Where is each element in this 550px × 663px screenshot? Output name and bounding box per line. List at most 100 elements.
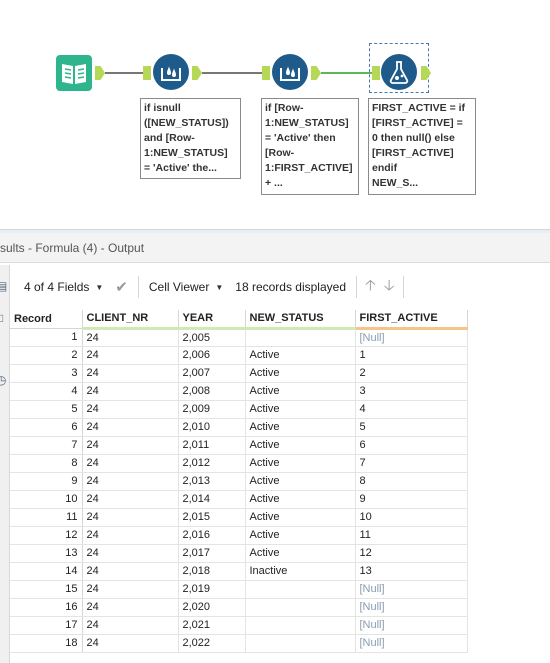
cell-first-active[interactable]: 13 <box>355 562 468 581</box>
cell-first-active[interactable]: 2 <box>355 364 468 383</box>
cell-first-active[interactable]: 4 <box>355 400 468 419</box>
cell-new-status[interactable] <box>245 616 356 635</box>
cell-new-status[interactable]: Active <box>245 382 356 401</box>
table-row[interactable]: 7 24 2,011 Active 6 <box>10 436 468 455</box>
table-row[interactable]: 5 24 2,009 Active 4 <box>10 400 468 419</box>
cell-year[interactable]: 2,005 <box>178 328 246 347</box>
column-header-year[interactable]: YEAR <box>178 310 246 330</box>
cell-year[interactable]: 2,008 <box>178 382 246 401</box>
history-icon[interactable]: ◷ <box>0 373 8 387</box>
expand-icon[interactable]: ⟩ <box>0 345 8 359</box>
table-row[interactable]: 18 24 2,022 [Null] <box>10 634 468 653</box>
input-data-tool[interactable] <box>56 55 92 91</box>
cell-new-status[interactable]: Active <box>245 400 356 419</box>
cell-client-nr[interactable]: 24 <box>82 616 179 635</box>
cell-first-active[interactable]: [Null] <box>355 616 468 635</box>
cell-year[interactable]: 2,010 <box>178 418 246 437</box>
cell-record[interactable]: 17 <box>10 616 83 635</box>
cell-new-status[interactable]: Active <box>245 418 356 437</box>
cell-first-active[interactable]: [Null] <box>355 634 468 653</box>
cell-record[interactable]: 13 <box>10 544 83 563</box>
cell-first-active[interactable]: 5 <box>355 418 468 437</box>
cell-first-active[interactable]: 12 <box>355 544 468 563</box>
cell-record[interactable]: 2 <box>10 346 83 365</box>
cell-client-nr[interactable]: 24 <box>82 580 179 599</box>
cell-viewer-dropdown[interactable]: Cell Viewer ▼ <box>143 274 229 300</box>
scroll-up-button[interactable]: 🡡 <box>361 274 380 300</box>
cell-client-nr[interactable]: 24 <box>82 472 179 491</box>
cell-client-nr[interactable]: 24 <box>82 490 179 509</box>
cell-year[interactable]: 2,012 <box>178 454 246 473</box>
multi-row-formula-tool-2[interactable] <box>272 54 308 90</box>
column-header-first-active[interactable]: FIRST_ACTIVE <box>355 310 468 330</box>
cell-new-status[interactable]: Active <box>245 544 356 563</box>
cell-year[interactable]: 2,014 <box>178 490 246 509</box>
cell-record[interactable]: 3 <box>10 364 83 383</box>
table-row[interactable]: 10 24 2,014 Active 9 <box>10 490 468 509</box>
cell-year[interactable]: 2,015 <box>178 508 246 527</box>
cell-record[interactable]: 18 <box>10 634 83 653</box>
apply-check-button[interactable]: ✔ <box>109 274 134 300</box>
input-anchor[interactable] <box>372 66 380 80</box>
cell-client-nr[interactable]: 24 <box>82 562 179 581</box>
cell-record[interactable]: 5 <box>10 400 83 419</box>
cell-new-status[interactable]: Active <box>245 526 356 545</box>
cell-year[interactable]: 2,017 <box>178 544 246 563</box>
cell-record[interactable]: 11 <box>10 508 83 527</box>
cell-new-status[interactable]: Active <box>245 490 356 509</box>
formula-tool[interactable] <box>381 54 417 90</box>
metadata-icon[interactable]: □ <box>0 311 8 325</box>
cell-client-nr[interactable]: 24 <box>82 598 179 617</box>
cell-client-nr[interactable]: 24 <box>82 634 179 653</box>
cell-year[interactable]: 2,006 <box>178 346 246 365</box>
cell-new-status[interactable] <box>245 328 356 347</box>
cell-year[interactable]: 2,019 <box>178 580 246 599</box>
table-row[interactable]: 4 24 2,008 Active 3 <box>10 382 468 401</box>
cell-year[interactable]: 2,016 <box>178 526 246 545</box>
cell-new-status[interactable]: Active <box>245 436 356 455</box>
cell-year[interactable]: 2,021 <box>178 616 246 635</box>
cell-year[interactable]: 2,018 <box>178 562 246 581</box>
cell-record[interactable]: 4 <box>10 382 83 401</box>
cell-first-active[interactable]: 3 <box>355 382 468 401</box>
cell-client-nr[interactable]: 24 <box>82 382 179 401</box>
fields-selector[interactable]: 4 of 4 Fields ▼ <box>10 274 109 300</box>
cell-record[interactable]: 12 <box>10 526 83 545</box>
cell-new-status[interactable] <box>245 634 356 653</box>
cell-client-nr[interactable]: 24 <box>82 544 179 563</box>
cell-record[interactable]: 8 <box>10 454 83 473</box>
cell-client-nr[interactable]: 24 <box>82 364 179 383</box>
table-row[interactable]: 11 24 2,015 Active 10 <box>10 508 468 527</box>
cell-year[interactable]: 2,009 <box>178 400 246 419</box>
table-row[interactable]: 16 24 2,020 [Null] <box>10 598 468 617</box>
table-row[interactable]: 1 24 2,005 [Null] <box>10 328 468 347</box>
cell-record[interactable]: 1 <box>10 328 83 347</box>
cell-new-status[interactable]: Active <box>245 364 356 383</box>
workflow-canvas[interactable]: if isnull ([NEW_STATUS]) and [Row- 1:NEW… <box>0 0 550 230</box>
cell-year[interactable]: 2,020 <box>178 598 246 617</box>
table-row[interactable]: 14 24 2,018 Inactive 13 <box>10 562 468 581</box>
table-row[interactable]: 6 24 2,010 Active 5 <box>10 418 468 437</box>
cell-record[interactable]: 7 <box>10 436 83 455</box>
output-anchor[interactable] <box>311 66 321 80</box>
cell-first-active[interactable]: 7 <box>355 454 468 473</box>
cell-record[interactable]: 10 <box>10 490 83 509</box>
cell-new-status[interactable]: Active <box>245 454 356 473</box>
cell-new-status[interactable]: Active <box>245 472 356 491</box>
table-icon[interactable]: ▤ <box>0 279 8 293</box>
cell-first-active[interactable]: 10 <box>355 508 468 527</box>
cell-first-active[interactable]: 9 <box>355 490 468 509</box>
cell-client-nr[interactable]: 24 <box>82 508 179 527</box>
results-grid[interactable]: Record CLIENT_NR YEAR NEW_STATUS FIRST_A… <box>10 310 468 653</box>
cell-first-active[interactable]: [Null] <box>355 328 468 347</box>
table-row[interactable]: 8 24 2,012 Active 7 <box>10 454 468 473</box>
output-anchor[interactable] <box>421 66 431 80</box>
scroll-down-button[interactable]: 🡣 <box>380 274 399 300</box>
cell-year[interactable]: 2,013 <box>178 472 246 491</box>
cell-client-nr[interactable]: 24 <box>82 436 179 455</box>
cell-record[interactable]: 14 <box>10 562 83 581</box>
cell-new-status[interactable]: Active <box>245 508 356 527</box>
cell-record[interactable]: 15 <box>10 580 83 599</box>
cell-year[interactable]: 2,007 <box>178 364 246 383</box>
column-header-client-nr[interactable]: CLIENT_NR <box>82 310 179 330</box>
